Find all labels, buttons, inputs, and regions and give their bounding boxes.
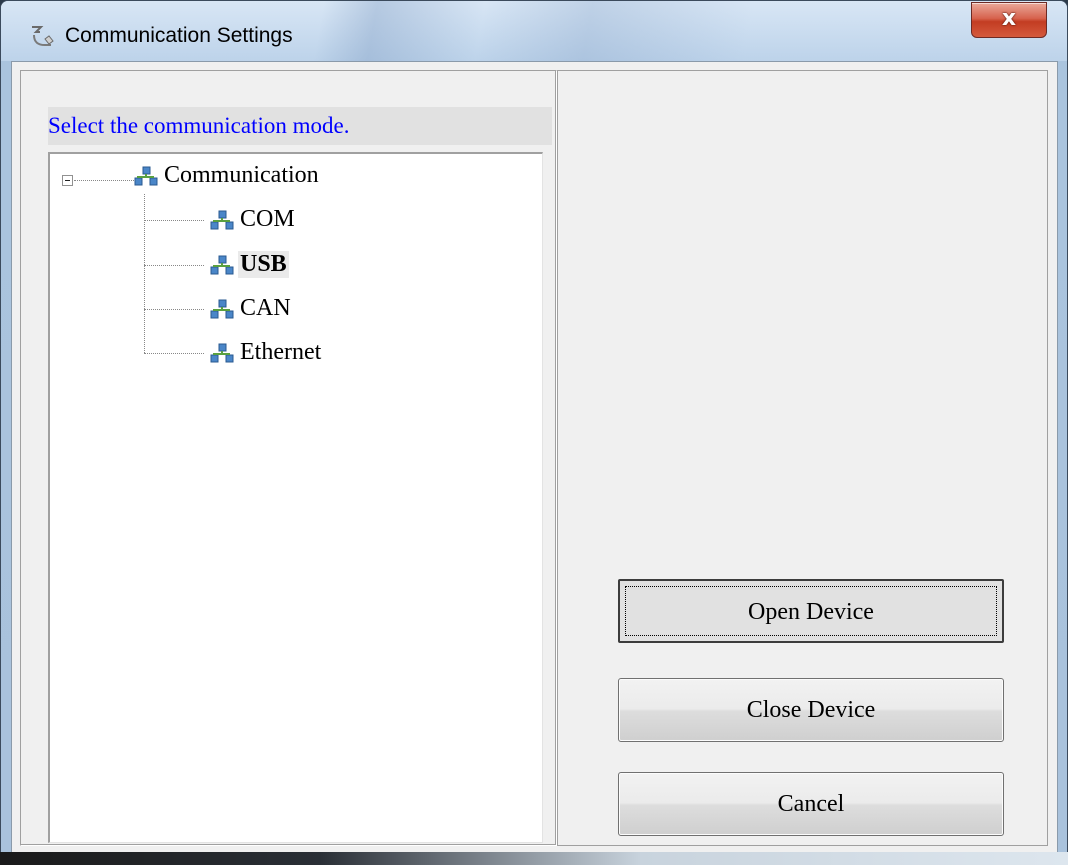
communication-tree[interactable]: Communication COM USB CAN Ethernet: [48, 152, 543, 843]
open-device-label: Open Device: [748, 599, 874, 625]
instruction-label: Select the communication mode.: [48, 107, 552, 145]
tree-node-label-selected: USB: [238, 251, 289, 278]
close-window-button[interactable]: x: [971, 2, 1047, 38]
tree-connector: [74, 180, 134, 181]
close-icon: x: [1001, 6, 1017, 31]
background-strip: [0, 852, 1068, 865]
network-icon: [210, 299, 234, 319]
tree-node-label: COM: [240, 206, 295, 232]
collapse-toggle-icon[interactable]: [62, 175, 73, 186]
window-title: Communication Settings: [65, 24, 293, 47]
close-device-label: Close Device: [746, 697, 876, 723]
mode-selection-panel: Select the communication mode. Communica…: [20, 70, 557, 846]
title-bar[interactable]: Communication Settings x: [1, 1, 1067, 61]
tree-connector: [144, 220, 204, 221]
network-icon: [210, 255, 234, 275]
cancel-label: Cancel: [777, 791, 845, 817]
dialog-client-area: Select the communication mode. Communica…: [11, 61, 1058, 853]
tree-connector: [144, 353, 204, 354]
tree-node-label: CAN: [240, 295, 291, 321]
communication-app-icon: [32, 26, 54, 46]
open-device-button[interactable]: Open Device: [618, 579, 1004, 643]
cancel-button[interactable]: Cancel: [618, 772, 1004, 836]
tree-connector: [144, 265, 204, 266]
tree-node-label: Ethernet: [240, 339, 322, 365]
network-icon: [210, 210, 234, 230]
network-icon: [134, 166, 158, 186]
communication-settings-window: Communication Settings x Select the comm…: [0, 0, 1068, 865]
device-actions-panel: Open Device Close Device Cancel: [557, 70, 1048, 846]
tree-connector: [144, 309, 204, 310]
network-icon: [210, 343, 234, 363]
tree-connector: [144, 194, 145, 353]
close-device-button[interactable]: Close Device: [618, 678, 1004, 742]
tree-node-label: Communication: [164, 162, 319, 188]
